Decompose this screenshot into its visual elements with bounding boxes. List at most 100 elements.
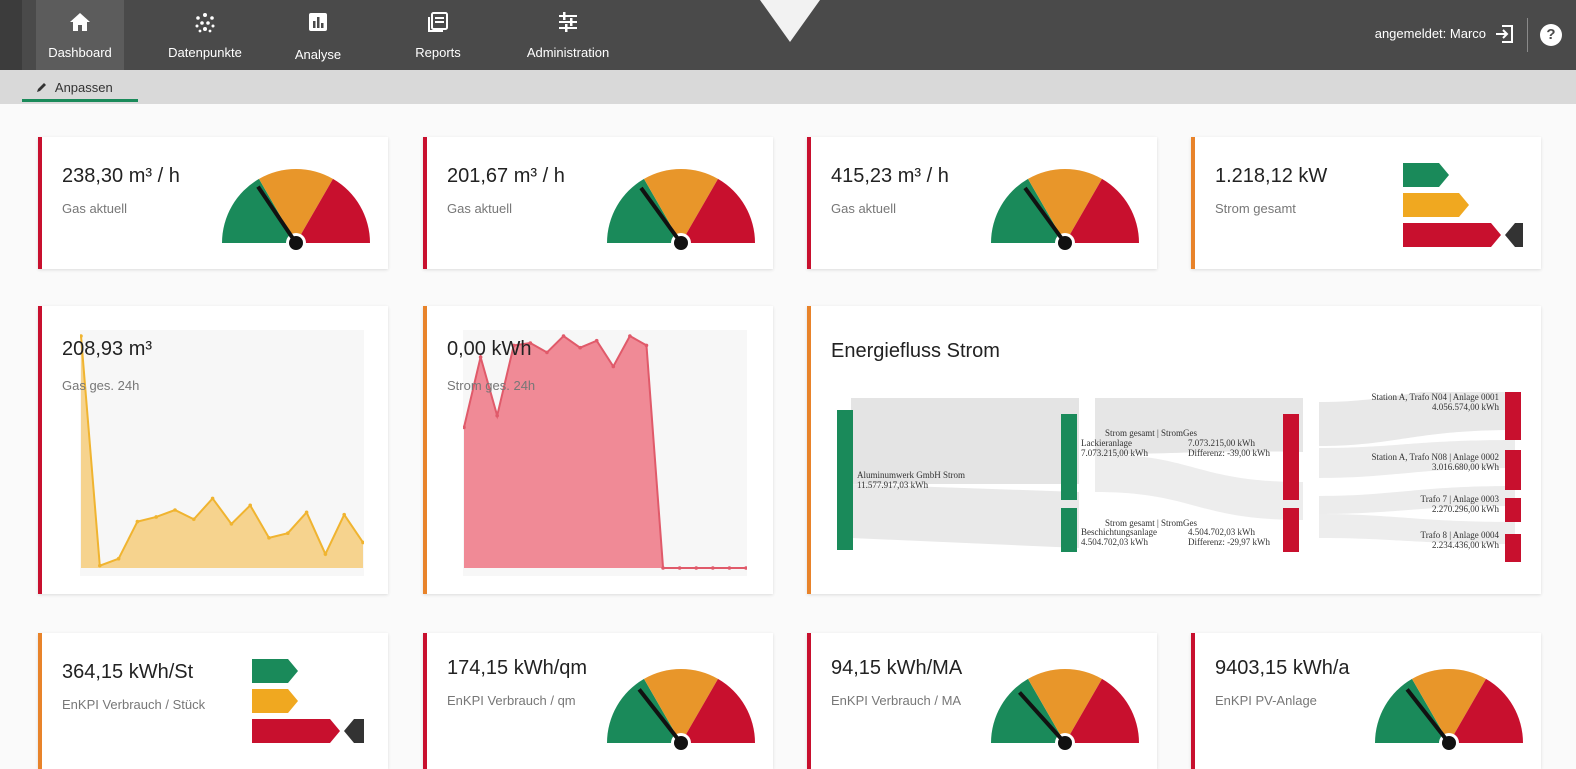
- gas-24h-area-chart: [80, 330, 364, 576]
- sankey-target-name: Trafo 7 | Anlage 0003: [1421, 494, 1500, 504]
- login-status: angemeldet: Marco: [1374, 26, 1486, 41]
- card-label: EnKPI Verbrauch / Stück: [62, 697, 206, 712]
- data-point: [644, 343, 649, 348]
- gauge-icon: [607, 169, 755, 253]
- card-value: 415,23 m³ / h: [831, 165, 949, 187]
- sankey-mid-header: Strom gesamt | StromGes: [1105, 428, 1198, 438]
- card-energiefluss-strom[interactable]: Energiefluss Strom Aluminumwerk GmbH Str…: [807, 306, 1541, 594]
- data-point: [286, 531, 290, 535]
- card-label: Gas ges. 24h: [62, 378, 140, 393]
- card-label: Gas aktuell: [831, 201, 897, 216]
- nav-reports[interactable]: Reports: [404, 0, 472, 70]
- gauge-icon: [991, 669, 1139, 753]
- data-point: [677, 566, 682, 570]
- sankey-link: [851, 484, 1079, 548]
- nav-datenpunkte[interactable]: Datenpunkte: [158, 0, 252, 70]
- data-point: [173, 508, 177, 512]
- strom-24h-area-chart: [463, 330, 747, 576]
- sub-toolbar: Anpassen: [0, 70, 1576, 104]
- data-point: [661, 566, 665, 570]
- card-value: 208,93 m³: [62, 338, 153, 360]
- sankey-node: [1505, 498, 1521, 522]
- datapoints-icon: [158, 12, 252, 34]
- card-gas-aktuell-3[interactable]: 415,23 m³ / h Gas aktuell: [807, 137, 1157, 269]
- sankey-target-value: 2.270.296,00 kWh: [1432, 504, 1499, 514]
- gauge-icon: [222, 169, 370, 253]
- card-enkpi-stueck[interactable]: 364,15 kWh/St EnKPI Verbrauch / Stück: [38, 633, 388, 769]
- data-point: [229, 522, 234, 526]
- pencil-icon: [37, 83, 46, 92]
- data-point: [116, 556, 121, 561]
- card-strom-24h[interactable]: 0,00 kWh Strom ges. 24h: [423, 306, 773, 594]
- sankey-target-value: 4.056.574,00 kWh: [1432, 402, 1499, 412]
- sankey-diagram: Aluminumwerk GmbH Strom 11.577.917,03 kW…: [837, 392, 1521, 562]
- sankey-mid-diff: Differenz: -29,97 kWh: [1188, 537, 1271, 547]
- sankey-mid-name: Beschichtungsanlage: [1081, 527, 1157, 537]
- nav-notch: [760, 0, 820, 42]
- data-point: [611, 364, 616, 369]
- sankey-target-name: Trafo 8 | Anlage 0004: [1421, 530, 1500, 540]
- nav-administration[interactable]: Administration: [514, 0, 622, 70]
- home-icon: [36, 12, 124, 34]
- sankey-target-name: Station A, Trafo N04 | Anlage 0001: [1371, 392, 1499, 402]
- card-enkpi-ma[interactable]: 94,15 kWh/MA EnKPI Verbrauch / MA: [807, 633, 1157, 769]
- nav-dashboard[interactable]: Dashboard: [36, 0, 124, 70]
- card-label: EnKPI PV-Anlage: [1215, 693, 1317, 708]
- sankey-mid-left-value: 4.504.702,03 kWh: [1081, 537, 1148, 547]
- data-point: [561, 334, 566, 338]
- card-value: 201,67 m³ / h: [447, 165, 565, 187]
- data-point: [628, 334, 632, 338]
- chart-icon: [284, 12, 352, 34]
- data-point: [135, 519, 140, 524]
- card-label: EnKPI Verbrauch / qm: [447, 693, 576, 708]
- sankey-target-name: Station A, Trafo N08 | Anlage 0002: [1371, 452, 1499, 462]
- data-point: [545, 350, 549, 355]
- card-gas-aktuell-1[interactable]: 238,30 m³ / h Gas aktuell: [38, 137, 388, 269]
- data-point: [594, 338, 599, 343]
- data-point: [98, 563, 102, 568]
- efficiency-class-icon: [252, 659, 364, 743]
- sankey-node: [1505, 392, 1521, 440]
- card-label: Strom gesamt: [1215, 201, 1296, 216]
- card-enkpi-pv[interactable]: 9403,15 kWh/a EnKPI PV-Anlage: [1191, 633, 1541, 769]
- help-icon[interactable]: ?: [1540, 24, 1562, 46]
- data-point: [210, 496, 215, 501]
- gauge-icon: [1375, 669, 1523, 753]
- data-point: [495, 413, 499, 418]
- sankey-mid-name: Lackieranlage: [1081, 438, 1132, 448]
- data-point: [267, 536, 271, 540]
- gauge-icon: [607, 669, 755, 753]
- logout-icon[interactable]: [1494, 24, 1514, 44]
- sankey-mid-left-value: 7.073.215,00 kWh: [1081, 448, 1148, 458]
- card-label: EnKPI Verbrauch / MA: [831, 693, 962, 708]
- card-gas-24h[interactable]: 208,93 m³ Gas ges. 24h: [38, 306, 388, 594]
- sankey-node: [837, 410, 853, 550]
- card-strom-gesamt[interactable]: 1.218,12 kW Strom gesamt: [1191, 137, 1541, 269]
- sankey-node: [1283, 508, 1299, 552]
- card-label: Strom ges. 24h: [447, 378, 536, 393]
- sankey-target-value: 3.016.680,00 kWh: [1432, 462, 1499, 472]
- sankey-source-value: 11.577.917,03 kWh: [857, 480, 929, 490]
- card-label: Gas aktuell: [62, 201, 128, 216]
- sankey-link: [1095, 454, 1303, 520]
- nav-datenpunkte-label: Datenpunkte: [168, 45, 242, 60]
- card-value: 0,00 kWh: [447, 338, 532, 360]
- sliders-icon: [514, 12, 622, 34]
- nav-analyse-label: Analyse: [294, 47, 342, 62]
- customize-button[interactable]: Anpassen: [22, 70, 138, 102]
- sankey-mid-right-value: 7.073.215,00 kWh: [1188, 438, 1255, 448]
- card-value: 1.218,12 kW: [1215, 165, 1328, 187]
- card-value: 174,15 kWh/qm: [447, 657, 588, 679]
- sankey-source-name: Aluminumwerk GmbH Strom: [857, 470, 965, 480]
- card-enkpi-qm[interactable]: 174,15 kWh/qm EnKPI Verbrauch / qm: [423, 633, 773, 769]
- card-title: Energiefluss Strom: [831, 340, 1000, 362]
- nav-analyse[interactable]: Analyse: [284, 0, 352, 70]
- data-point: [304, 510, 309, 515]
- card-value: 94,15 kWh/MA: [831, 657, 963, 679]
- card-gas-aktuell-2[interactable]: 201,67 m³ / h Gas aktuell: [423, 137, 773, 269]
- card-value: 9403,15 kWh/a: [1215, 657, 1350, 679]
- card-value: 238,30 m³ / h: [62, 165, 180, 187]
- sankey-mid-right-value: 4.504.702,03 kWh: [1188, 527, 1255, 537]
- sankey-node: [1061, 414, 1077, 500]
- data-point: [578, 345, 582, 350]
